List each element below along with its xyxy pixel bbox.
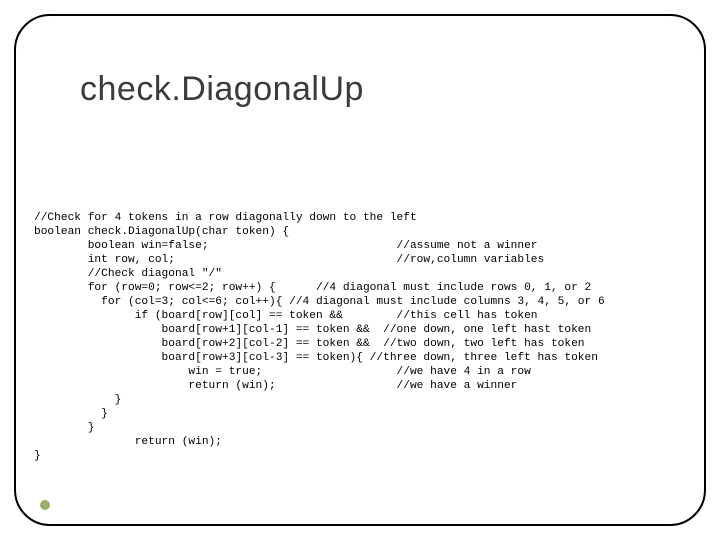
code-line: } xyxy=(34,422,94,434)
code-line: boolean check.DiagonalUp(char token) { xyxy=(34,226,289,238)
code-line: //Check diagonal "/" xyxy=(34,268,222,280)
code-line: boolean win=false; //assume not a winner xyxy=(34,240,538,252)
code-line: int row, col; //row,column variables xyxy=(34,254,544,266)
code-line: } xyxy=(34,394,121,406)
code-line: return (win); //we have a winner xyxy=(34,380,517,392)
code-line: board[row+3][col-3] == token){ //three d… xyxy=(34,352,598,364)
code-line: board[row+2][col-2] == token && //two do… xyxy=(34,338,585,350)
code-line: return (win); xyxy=(34,436,222,448)
code-line: for (col=3; col<=6; col++){ //4 diagonal… xyxy=(34,296,605,308)
code-line: for (row=0; row<=2; row++) { //4 diagona… xyxy=(34,282,591,294)
code-line: //Check for 4 tokens in a row diagonally… xyxy=(34,212,417,224)
slide: check.DiagonalUp //Check for 4 tokens in… xyxy=(0,0,720,540)
footer-dot-icon xyxy=(40,500,50,510)
code-line: if (board[row][col] == token && //this c… xyxy=(34,310,538,322)
code-block: //Check for 4 tokens in a row diagonally… xyxy=(34,211,605,463)
code-line: board[row+1][col-1] == token && //one do… xyxy=(34,324,591,336)
code-line: } xyxy=(34,450,41,462)
code-line: win = true; //we have 4 in a row xyxy=(34,366,531,378)
code-line: } xyxy=(34,408,108,420)
slide-title: check.DiagonalUp xyxy=(80,70,364,109)
